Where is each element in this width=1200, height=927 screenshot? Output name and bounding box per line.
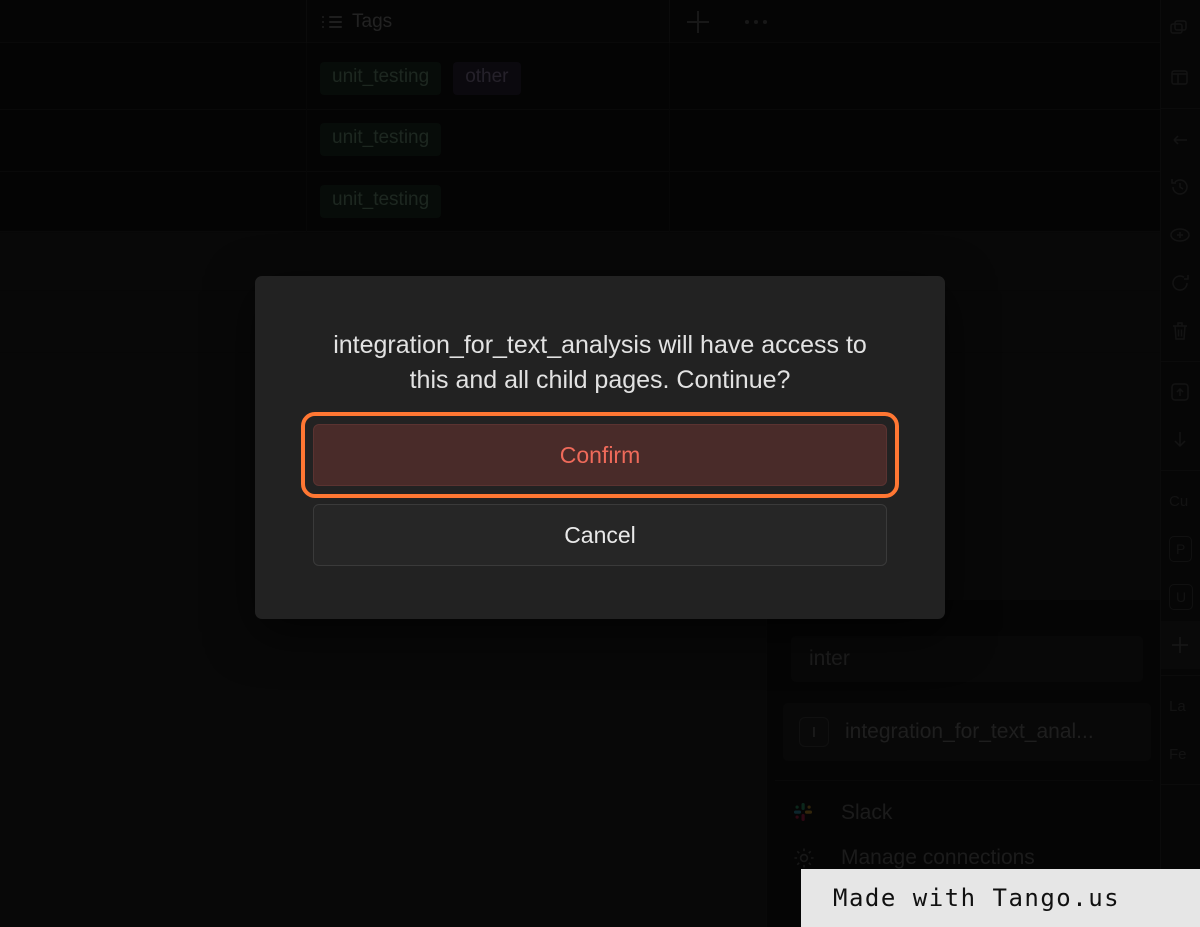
confirm-button[interactable]: Confirm: [313, 424, 887, 486]
cancel-button[interactable]: Cancel: [313, 504, 887, 566]
app-root: Tags unit_testing other unit_testing uni…: [0, 0, 1200, 927]
confirmation-dialog: integration_for_text_analysis will have …: [255, 276, 945, 619]
tango-watermark: Made with Tango.us: [801, 869, 1200, 927]
dialog-message: integration_for_text_analysis will have …: [333, 331, 867, 394]
confirm-button-wrapper: Confirm: [301, 412, 899, 498]
